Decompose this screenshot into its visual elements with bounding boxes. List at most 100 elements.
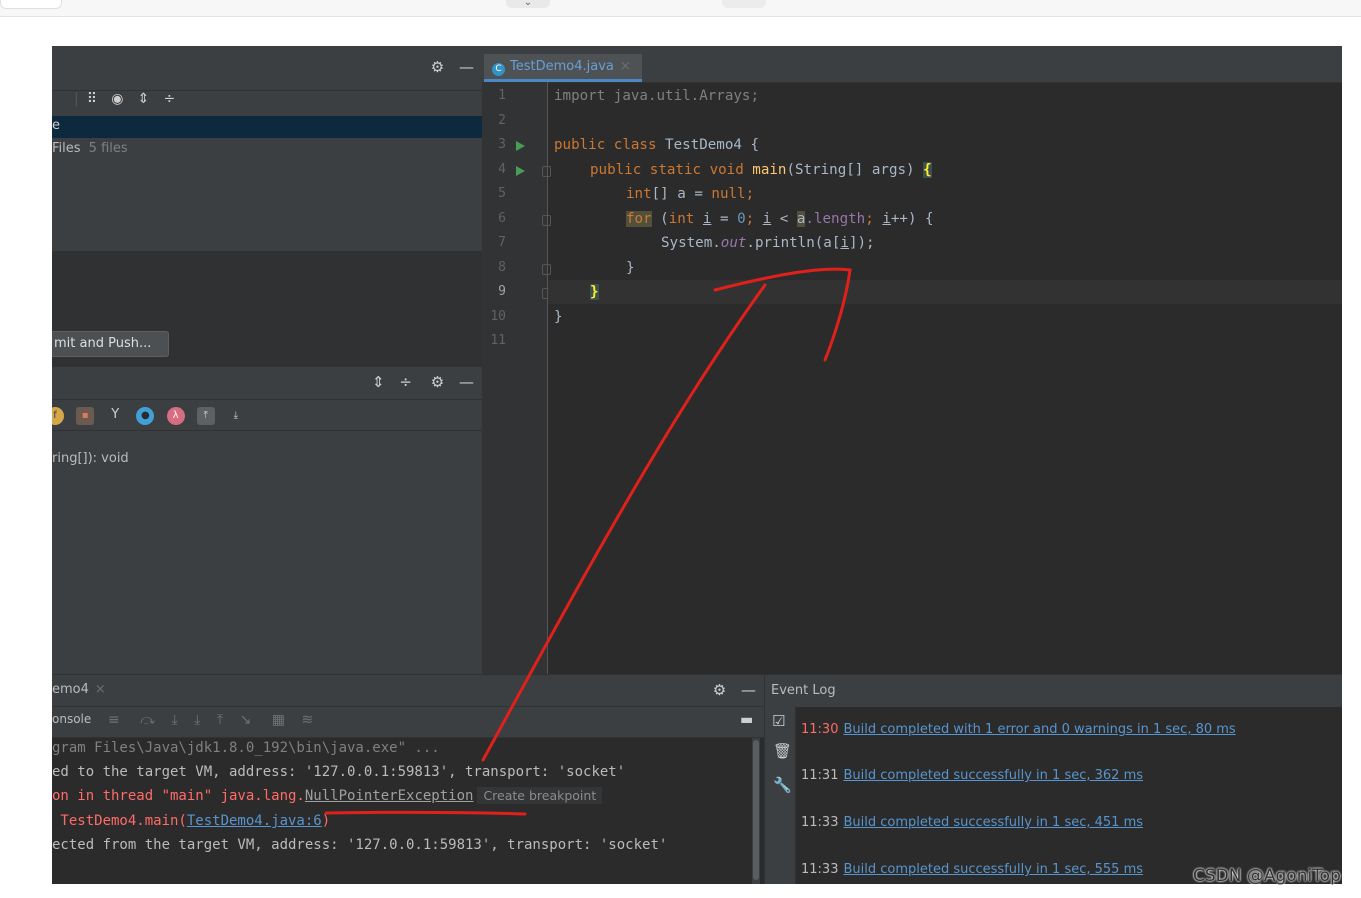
browser-button[interactable] xyxy=(722,0,766,8)
lambda-icon[interactable]: λ xyxy=(166,407,185,425)
code-token: ++) { xyxy=(890,211,934,227)
minimize-icon[interactable]: — xyxy=(459,58,474,76)
code-line-8[interactable]: } xyxy=(626,260,635,276)
collapse-all-icon[interactable]: ÷ xyxy=(399,373,412,391)
code-token: ; xyxy=(745,211,755,227)
line-number: 2 xyxy=(498,113,506,128)
code-token: ; xyxy=(745,186,755,202)
files-tree-item[interactable]: Files 5 files xyxy=(52,141,128,156)
console-line: ected from the target VM, address: '127.… xyxy=(52,837,668,853)
event-entry: 11:33 Build completed successfully in 1 s… xyxy=(801,862,1143,877)
event-time: 11:31 xyxy=(801,768,839,783)
tab-testdemo4[interactable]: C TestDemo4.java × xyxy=(484,54,642,82)
console-line-stack: TestDemo4.main(TestDemo4.java:6) xyxy=(52,813,330,829)
code-line-10[interactable]: } xyxy=(554,309,563,325)
line-number: 5 xyxy=(498,186,506,201)
inherited-icon[interactable]: Y xyxy=(106,406,124,424)
collapse-all-icon[interactable]: ÷ xyxy=(164,91,176,107)
code-line-6[interactable]: for (int i = 0; i < a.length; i++) { xyxy=(626,211,934,227)
close-icon[interactable]: × xyxy=(95,682,106,697)
code-token: public static void xyxy=(590,162,744,178)
code-token: } xyxy=(590,284,599,300)
scrollbar-thumb[interactable] xyxy=(753,740,759,880)
console-line-exception: on in thread "main" java.lang.NullPointe… xyxy=(52,787,603,804)
run-class-icon[interactable] xyxy=(516,141,525,151)
current-line-highlight xyxy=(548,280,1342,304)
event-time: 11:33 xyxy=(801,862,839,877)
run-to-cursor-icon[interactable]: ↘ xyxy=(240,712,252,728)
step-out-icon[interactable]: ⤒ xyxy=(217,712,223,728)
line-number: 6 xyxy=(498,211,506,226)
minimize-icon[interactable]: — xyxy=(459,373,474,391)
code-line-5[interactable]: int[] a = null; xyxy=(626,186,754,202)
event-link[interactable]: Build completed successfully in 1 sec, 4… xyxy=(843,815,1143,830)
line-gutter: 1 2 3 4 5 6 7 8 9 10 11 xyxy=(482,82,551,674)
run-panel: emo4 × ⚙ — ≡ ⤼ ⤓ ⤓ ⤒ ↘ ▦ ≋ ▬ onsole gram … xyxy=(52,674,764,884)
force-step-into-icon[interactable]: ⤓ xyxy=(194,712,200,728)
event-time: 11:30 xyxy=(801,722,839,737)
gear-icon[interactable]: ⚙ xyxy=(431,373,444,391)
code-line-7[interactable]: System.out.println(a[i]); xyxy=(661,235,875,251)
code-token: i xyxy=(840,235,849,251)
lock-icon[interactable]: ▪ xyxy=(76,407,95,425)
run-tab-label: emo4 xyxy=(52,682,89,697)
gear-icon[interactable]: ⚙ xyxy=(713,681,726,699)
create-breakpoint-link[interactable]: Create breakpoint xyxy=(477,787,603,804)
class-icon: C xyxy=(492,63,505,76)
code-token: ]); xyxy=(848,235,875,251)
line-number: 4 xyxy=(498,162,506,177)
step-into-icon[interactable]: ⤓ xyxy=(172,712,178,728)
event-link[interactable]: Build completed successfully in 1 sec, 5… xyxy=(843,862,1143,877)
code-token: (String[] args) xyxy=(786,162,924,178)
watermark: CSDN @AgoniTop xyxy=(1193,866,1341,886)
line-number: 1 xyxy=(498,88,506,103)
chevron-down-icon[interactable]: ⌄ xyxy=(506,0,550,8)
event-link[interactable]: Build completed with 1 error and 0 warni… xyxy=(843,722,1235,737)
sort-down-icon[interactable]: ⤓ xyxy=(227,407,245,425)
minimize-icon[interactable]: — xyxy=(741,681,756,699)
checkbox-icon[interactable]: ☑ xyxy=(772,712,785,730)
structure-item[interactable]: ring[]): void xyxy=(52,451,129,466)
run-panel-header: emo4 × ⚙ — xyxy=(52,674,764,707)
editor-tab-bar: C TestDemo4.java × xyxy=(482,46,1342,83)
layout-icon[interactable]: ▬ xyxy=(740,712,753,728)
wrench-icon[interactable]: 🔧 xyxy=(773,776,792,794)
code-token: int xyxy=(626,186,652,202)
exception-link[interactable]: NullPointerException xyxy=(305,788,474,804)
line-number: 10 xyxy=(490,309,506,324)
commit-and-push-button[interactable]: mit and Push... xyxy=(52,331,169,357)
evaluate-icon[interactable]: ▦ xyxy=(272,712,285,728)
browser-tab[interactable] xyxy=(0,0,62,9)
close-icon[interactable]: × xyxy=(620,59,631,74)
trash-icon[interactable]: 🗑 xyxy=(773,742,792,760)
structure-panel: ⇕ ÷ ⚙ — f ▪ Y ● λ ⤒ ⤓ ring[]): void xyxy=(52,366,482,675)
expand-all-icon[interactable]: ⇕ xyxy=(372,373,385,391)
menu-icon[interactable]: ≡ xyxy=(108,712,120,728)
console-tab[interactable]: onsole xyxy=(52,712,91,726)
event-log-title: Event Log xyxy=(771,683,836,698)
code-token: public class xyxy=(554,137,657,153)
event-link[interactable]: Build completed successfully in 1 sec, 3… xyxy=(843,768,1143,783)
step-over-icon[interactable]: ⤼ xyxy=(140,712,155,728)
group-icon[interactable]: ⠿ xyxy=(87,91,97,107)
code-line-9[interactable]: } xyxy=(590,284,599,300)
source-link[interactable]: TestDemo4.java:6 xyxy=(187,813,322,829)
run-main-icon[interactable] xyxy=(516,166,525,176)
event-log-header: Event Log xyxy=(765,674,1342,707)
field-filter-icon[interactable]: f xyxy=(52,407,64,425)
eye-icon[interactable]: ◉ xyxy=(111,91,123,107)
code-line-1[interactable]: import java.util.Arrays; xyxy=(554,88,759,104)
trace-icon[interactable]: ≋ xyxy=(301,712,313,728)
expand-all-icon[interactable]: ⇕ xyxy=(138,91,150,107)
selected-tree-row[interactable] xyxy=(52,116,482,138)
event-entry: 11:33 Build completed successfully in 1 s… xyxy=(801,815,1143,830)
circle-icon[interactable]: ● xyxy=(136,407,155,425)
gear-icon[interactable]: ⚙ xyxy=(431,58,444,76)
sort-up-icon[interactable]: ⤒ xyxy=(196,407,215,425)
code-line-4[interactable]: public static void main(String[] args) { xyxy=(590,162,932,178)
project-toolbar: | ⠿ ◉ ⇕ ÷ xyxy=(52,90,482,115)
code-token: 0 xyxy=(737,211,746,227)
run-tab[interactable]: emo4 × xyxy=(52,682,106,697)
code-line-3[interactable]: public class TestDemo4 { xyxy=(554,137,759,153)
run-toolbar: ≡ ⤼ ⤓ ⤓ ⤒ ↘ ▦ ≋ ▬ xyxy=(52,706,764,738)
